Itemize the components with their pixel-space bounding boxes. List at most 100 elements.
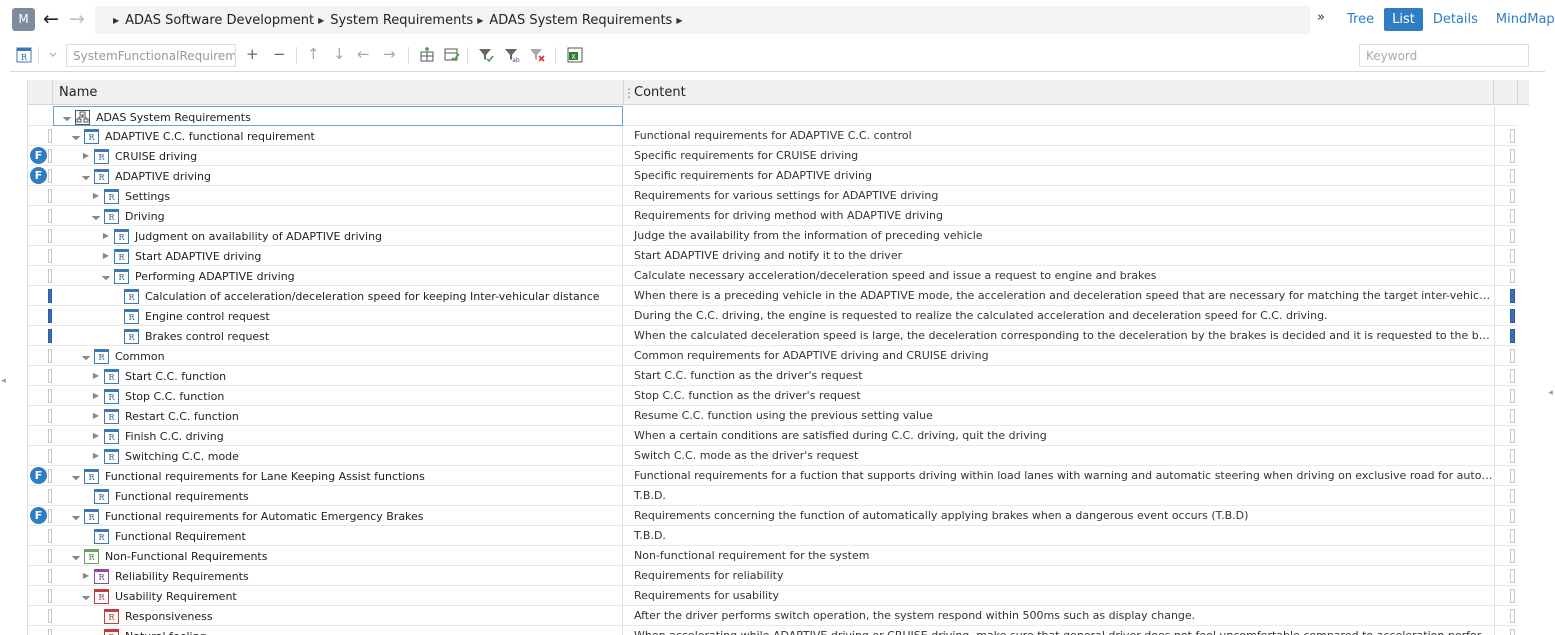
function-badge[interactable]: F [30,167,47,184]
table-row[interactable]: F ◢ R Functional requirements for Automatic… [28,506,1518,526]
name-cell[interactable]: ◢ R Performing ADAPTIVE driving [53,266,623,286]
name-cell[interactable]: R Engine control request [53,306,623,326]
excel-export-icon[interactable]: X [566,46,584,64]
name-cell[interactable]: R Brakes control request [53,326,623,346]
row-marker[interactable] [48,269,52,283]
name-cell[interactable]: ◢ R Functional requirements for Automatic … [53,506,623,526]
name-cell[interactable]: ▶ R Reliability Requirements [53,566,623,586]
row-end-marker[interactable] [1510,249,1515,263]
content-column-header[interactable]: ⋮ Content [623,80,1494,106]
right-panel-handle-icon[interactable]: ◂ [1547,382,1554,404]
name-cell[interactable]: R Functional requirements [53,486,623,506]
tab-details[interactable]: Details [1425,8,1486,31]
row-marker[interactable] [48,609,52,623]
name-cell[interactable]: ◢ R Non-Functional Requirements [53,546,623,566]
name-cell[interactable]: ◢ R Functional requirements for Lane Keepi… [53,466,623,486]
collapse-caret-icon[interactable]: ▶ [81,146,91,166]
table-row[interactable]: ▶ R Finish C.C. driving When a certain cond… [28,426,1518,446]
content-cell[interactable]: Resume C.C. function using the previous … [624,406,1494,426]
breadcrumb-item[interactable]: System Requirements [330,13,473,28]
content-cell[interactable]: Requirements for various settings for AD… [624,186,1494,206]
row-marker[interactable] [48,249,52,263]
check-table-icon[interactable] [443,46,461,64]
content-cell[interactable]: Calculate necessary acceleration/deceler… [624,266,1494,286]
table-row[interactable]: R Functional requirements T.B.D. [28,486,1518,506]
row-end-marker[interactable] [1510,169,1515,183]
row-marker[interactable] [48,489,52,503]
back-arrow-icon[interactable]: ← [40,8,62,30]
requirement-type-field[interactable]: SystemFunctionalRequirement [66,44,236,67]
table-row[interactable]: ▶ R Judgment on availability of ADAPTIVE d… [28,226,1518,246]
move-up-button[interactable]: ↑ [307,45,320,63]
forward-arrow-icon[interactable]: → [66,8,88,30]
filter-text-icon[interactable]: ab [503,46,521,64]
table-row[interactable]: ▶ R Start C.C. function Start C.C. function… [28,366,1518,386]
content-cell[interactable]: When accelerating while ADAPTIVE driving… [624,626,1494,635]
content-cell[interactable]: During the C.C. driving, the engine is r… [624,306,1494,326]
name-cell[interactable]: ◢ R ADAPTIVE driving [53,166,623,186]
more-views-button[interactable]: » [1317,10,1325,25]
collapse-caret-icon[interactable]: ▶ [91,366,101,386]
collapse-caret-icon[interactable]: ▶ [91,386,101,406]
column-resize-handle-icon[interactable]: ⋮ [623,80,635,106]
row-marker[interactable] [48,229,52,243]
row-marker[interactable] [48,189,52,203]
name-cell[interactable]: R Responsiveness [53,606,623,626]
content-cell[interactable]: When the calculated deceleration speed i… [624,326,1494,346]
table-row[interactable]: F ◢ R ADAPTIVE driving Specific requirements… [28,166,1518,186]
collapse-caret-icon[interactable]: ▶ [91,406,101,426]
row-marker[interactable] [48,449,52,463]
requirement-type-icon[interactable]: R [15,46,33,64]
name-cell[interactable]: ◢ R ADAPTIVE C.C. functional requirement [53,126,623,146]
row-marker[interactable] [48,329,52,343]
row-marker[interactable] [48,529,52,543]
breadcrumb-item[interactable]: ADAS Software Development [125,13,314,28]
name-cell[interactable]: R Functional Requirement [53,526,623,546]
name-cell[interactable]: ▶ R Switching C.C. mode [53,446,623,466]
row-end-marker[interactable] [1510,369,1515,383]
row-marker[interactable] [48,629,52,635]
row-end-marker[interactable] [1510,469,1515,483]
function-badge[interactable]: F [30,147,47,164]
row-marker[interactable] [48,149,52,163]
row-marker[interactable] [48,369,52,383]
row-end-marker[interactable] [1510,289,1515,303]
content-cell[interactable]: Non-functional requirement for the syste… [624,546,1494,566]
filter-check-icon[interactable] [477,46,495,64]
row-marker[interactable] [48,589,52,603]
insert-row-icon[interactable] [418,46,436,64]
remove-button[interactable]: − [273,45,286,63]
row-end-marker[interactable] [1510,389,1515,403]
function-badge[interactable]: F [30,507,47,524]
name-cell[interactable]: ◢ R Usability Requirement [53,586,623,606]
clear-filter-icon[interactable] [528,46,546,64]
row-end-marker[interactable] [1510,329,1515,343]
tab-list[interactable]: List [1384,8,1423,31]
content-cell[interactable]: Functional requirements for a fuction th… [624,466,1494,486]
chevron-down-icon[interactable] [44,46,62,64]
row-marker[interactable] [48,469,52,483]
content-cell[interactable]: After the driver performs switch operati… [624,606,1494,626]
table-row[interactable]: R Natural feeling When accelerating while … [28,626,1518,635]
content-cell[interactable]: Functional requirements for ADAPTIVE C.C… [624,126,1494,146]
content-cell[interactable]: Requirements concerning the function of … [624,506,1494,526]
table-row[interactable]: ▶ R Start ADAPTIVE driving Start ADAPTIVE d… [28,246,1518,266]
user-avatar[interactable]: M [12,8,35,31]
table-row[interactable]: F ▶ R CRUISE driving Specific requirements f… [28,146,1518,166]
table-row[interactable]: ◢ R Driving Requirements for driving method… [28,206,1518,226]
row-end-marker[interactable] [1510,189,1515,203]
tab-tree[interactable]: Tree [1339,8,1382,31]
row-end-marker[interactable] [1510,209,1515,223]
name-cell[interactable]: ▶ R Judgment on availability of ADAPTIVE d… [53,226,623,246]
name-cell[interactable]: R Natural feeling [53,626,623,635]
content-cell[interactable] [624,106,1494,126]
tab-mindmap[interactable]: MindMap [1488,8,1555,31]
table-row[interactable]: R Responsiveness After the driver performs… [28,606,1518,626]
table-row[interactable]: ▶ R Reliability Requirements Requirements f… [28,566,1518,586]
left-panel-handle-icon[interactable]: ◂ [0,370,7,392]
content-cell[interactable]: Switch C.C. mode as the driver's request [624,446,1494,466]
content-cell[interactable]: Start ADAPTIVE driving and notify it to … [624,246,1494,266]
content-cell[interactable]: Stop C.C. function as the driver's reque… [624,386,1494,406]
table-row[interactable]: ◢ R ADAPTIVE C.C. functional requirement Fu… [28,126,1518,146]
name-cell[interactable]: R Calculation of acceleration/deceleratio… [53,286,623,306]
